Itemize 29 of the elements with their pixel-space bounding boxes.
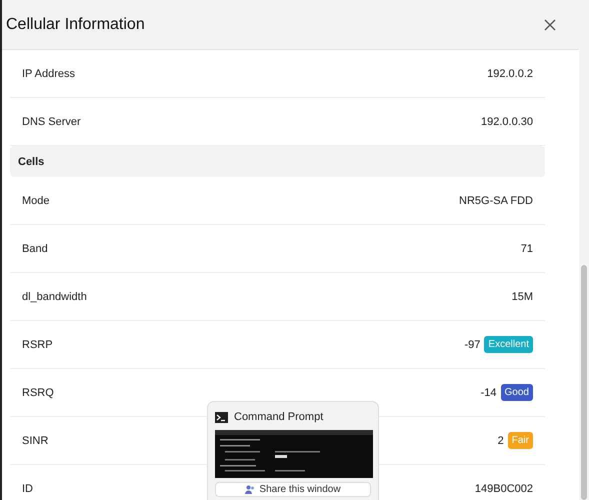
- section-header: Cells: [10, 146, 545, 177]
- row-value: 192.0.0.2: [487, 68, 533, 80]
- row-label: RSRQ: [22, 386, 54, 398]
- row-value: -97: [464, 338, 480, 350]
- row-value: 15M: [512, 290, 533, 302]
- close-button[interactable]: [543, 18, 557, 32]
- row-value: 71: [520, 242, 533, 254]
- row-value: 149B0C002: [474, 482, 533, 494]
- row-label: Band: [22, 242, 48, 254]
- row-label: SINR: [22, 434, 48, 446]
- row-label: dl_bandwidth: [22, 290, 87, 302]
- terminal-icon: [215, 412, 228, 422]
- row-value: NR5G-SA FDD: [459, 194, 533, 206]
- status-badge: Excellent: [484, 336, 533, 353]
- row-value: 2: [498, 434, 504, 446]
- share-window-button[interactable]: Share this window: [215, 482, 371, 497]
- dialog-title: Cellular Information: [6, 16, 145, 34]
- row-label: RSRP: [22, 338, 53, 350]
- preview-title: Command Prompt: [234, 411, 324, 423]
- row-value: 192.0.0.30: [481, 116, 533, 128]
- status-badge: Fair: [508, 432, 533, 449]
- row-label: Mode: [22, 194, 50, 206]
- people-icon: [245, 485, 256, 494]
- row-label: IP Address: [22, 68, 75, 80]
- row-label: ID: [22, 482, 33, 494]
- scrollbar[interactable]: [579, 0, 589, 500]
- status-badge: Good: [500, 384, 533, 401]
- row-label: DNS Server: [22, 116, 81, 128]
- row-value: -14: [480, 386, 497, 398]
